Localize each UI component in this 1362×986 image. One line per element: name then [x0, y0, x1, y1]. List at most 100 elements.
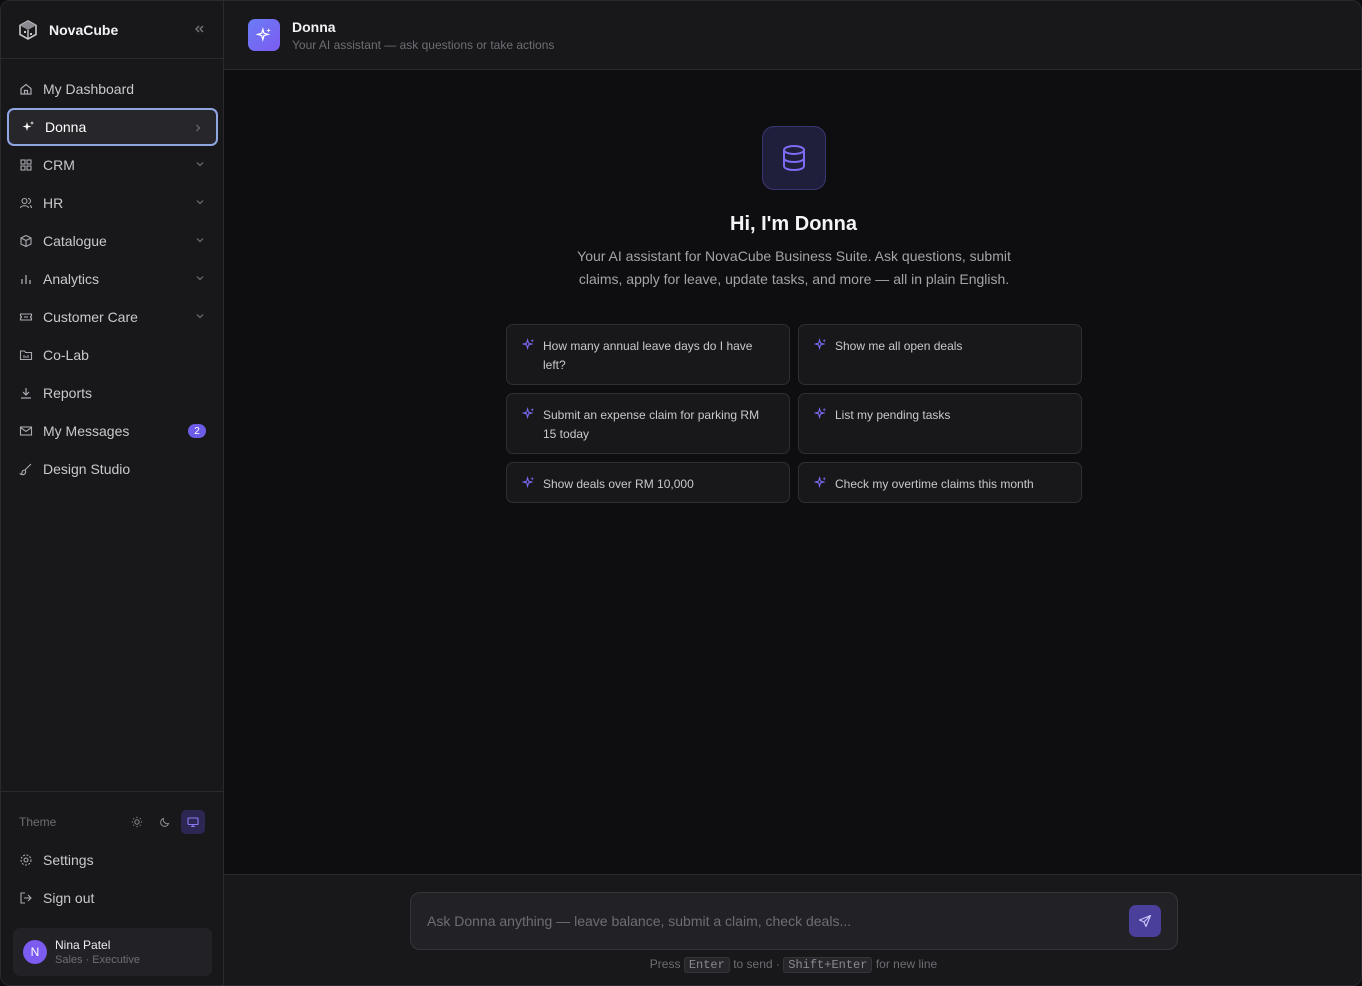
page-header: Donna Your AI assistant — ask questions …: [224, 1, 1361, 70]
chevron-down-icon: [194, 310, 206, 322]
user-profile-card[interactable]: N Nina Patel Sales · Executive: [13, 928, 212, 976]
grid-icon: [19, 158, 33, 172]
ticket-icon: [19, 310, 33, 324]
bar-chart-icon: [19, 272, 33, 286]
hint-new-line: for new line: [875, 957, 938, 971]
sidebar-item-label: Analytics: [43, 271, 100, 287]
sign-out-icon: [19, 891, 33, 905]
sidebar-item-catalogue[interactable]: Catalogue: [7, 222, 218, 260]
sidebar-item-hr[interactable]: HR: [7, 184, 218, 222]
sparkle-icon: [521, 406, 535, 420]
suggestion-card[interactable]: How many annual leave days do I have lef…: [506, 324, 790, 385]
app-window: NovaCube My Dashboard Donna CRM HR Catal…: [0, 0, 1362, 986]
message-input[interactable]: [411, 893, 1111, 949]
sidebar-item-label: HR: [43, 195, 64, 211]
home-icon: [19, 82, 33, 96]
folder-icon: [19, 348, 33, 362]
welcome-title: Hi, I'm Donna: [730, 213, 857, 235]
brush-icon: [19, 462, 33, 476]
package-icon: [19, 234, 33, 248]
suggestion-card[interactable]: Show deals over RM 10,000: [506, 462, 790, 503]
sparkle-icon: [21, 120, 35, 134]
users-icon: [19, 196, 33, 210]
sidebar-item-my-messages[interactable]: My Messages 2: [7, 412, 218, 450]
suggestion-card[interactable]: Submit an expense claim for parking RM 1…: [506, 393, 790, 454]
sparkle-icon: [813, 475, 827, 489]
settings-button[interactable]: Settings: [7, 841, 218, 879]
suggestion-text: Check my overtime claims this month: [835, 477, 1034, 491]
suggestion-card[interactable]: Check my overtime claims this month: [798, 462, 1082, 503]
sidebar-item-label: Customer Care: [43, 309, 138, 325]
gear-icon: [19, 853, 33, 867]
sparkle-icon: [248, 19, 280, 51]
hint-press: Press: [649, 957, 681, 971]
sign-out-button[interactable]: Sign out: [7, 879, 218, 917]
enter-key: Enter: [683, 957, 730, 973]
sidebar-item-my-dashboard[interactable]: My Dashboard: [7, 70, 218, 108]
sidebar-item-label: Design Studio: [43, 461, 131, 477]
sidebar-item-label: My Messages: [43, 423, 130, 439]
send-button[interactable]: [1129, 905, 1161, 937]
send-icon: [1138, 914, 1152, 928]
novacube-logo-icon: [17, 19, 39, 41]
sun-icon[interactable]: [125, 810, 149, 834]
message-composer: [410, 892, 1178, 950]
sidebar-item-donna[interactable]: Donna: [7, 108, 218, 146]
collapse-sidebar-icon[interactable]: [191, 21, 207, 37]
sparkle-icon: [813, 406, 827, 420]
sidebar-nav: My Dashboard Donna CRM HR Catalogue Anal…: [7, 70, 218, 488]
mail-icon: [19, 424, 33, 438]
sidebar-item-co-lab[interactable]: Co-Lab: [7, 336, 218, 374]
sidebar-item-design-studio[interactable]: Design Studio: [7, 450, 218, 488]
sign-out-label: Sign out: [43, 890, 95, 906]
page-subtitle: Your AI assistant — ask questions or tak…: [292, 37, 555, 52]
download-icon: [19, 386, 33, 400]
unread-count-badge: 2: [188, 424, 206, 438]
chevron-down-icon: [194, 272, 206, 284]
hint-separator: ·: [775, 957, 780, 971]
chevron-down-icon: [194, 158, 206, 170]
monitor-icon[interactable]: [181, 810, 205, 834]
user-role: Sales · Executive: [55, 954, 140, 966]
sidebar-item-label: My Dashboard: [43, 81, 135, 97]
sidebar-item-label: CRM: [43, 157, 75, 173]
page-title: Donna: [292, 18, 336, 35]
suggestion-text: Submit an expense claim for parking RM 1…: [543, 408, 760, 441]
theme-switcher: Theme: [19, 810, 205, 834]
brand-name: NovaCube: [49, 21, 119, 38]
sidebar-footer: Theme Settings Sign out N Nina Patel Sal…: [1, 791, 223, 985]
sidebar: NovaCube My Dashboard Donna CRM HR Catal…: [1, 1, 224, 985]
sidebar-item-label: Catalogue: [43, 233, 107, 249]
chevron-down-icon: [194, 234, 206, 246]
moon-icon[interactable]: [153, 810, 177, 834]
sidebar-item-crm[interactable]: CRM: [7, 146, 218, 184]
sidebar-item-label: Co-Lab: [43, 347, 89, 363]
shift-enter-key: Shift+Enter: [783, 957, 873, 973]
settings-label: Settings: [43, 852, 94, 868]
sidebar-item-label: Donna: [45, 119, 87, 135]
sparkle-icon: [521, 337, 535, 351]
suggestion-text: How many annual leave days do I have lef…: [543, 339, 753, 372]
sidebar-item-reports[interactable]: Reports: [7, 374, 218, 412]
welcome-description: Your AI assistant for NovaCube Business …: [577, 248, 1011, 287]
chat-main: Hi, I'm Donna Your AI assistant for Nova…: [224, 70, 1361, 874]
database-icon: [762, 126, 826, 190]
sidebar-item-label: Reports: [43, 385, 93, 401]
suggestion-card[interactable]: Show me all open deals: [798, 324, 1082, 385]
suggestion-card[interactable]: List my pending tasks: [798, 393, 1082, 454]
user-name: Nina Patel: [55, 938, 111, 952]
user-info: Nina Patel Sales · Executive: [55, 938, 140, 966]
chevron-down-icon: [194, 196, 206, 208]
brand-header: NovaCube: [1, 1, 223, 59]
sidebar-item-analytics[interactable]: Analytics: [7, 260, 218, 298]
suggestion-text: Show me all open deals: [835, 339, 963, 353]
sparkle-icon: [813, 337, 827, 351]
header-text: Donna Your AI assistant — ask questions …: [292, 19, 554, 52]
hint-to-send: to send: [733, 957, 773, 971]
keyboard-hint: Press Enter to send · Shift+Enter for ne…: [224, 957, 1361, 973]
chevron-right-icon: [192, 122, 204, 134]
sidebar-item-customer-care[interactable]: Customer Care: [7, 298, 218, 336]
suggestion-text: Show deals over RM 10,000: [543, 477, 694, 491]
suggestion-text: List my pending tasks: [835, 408, 951, 422]
sparkle-icon: [521, 475, 535, 489]
